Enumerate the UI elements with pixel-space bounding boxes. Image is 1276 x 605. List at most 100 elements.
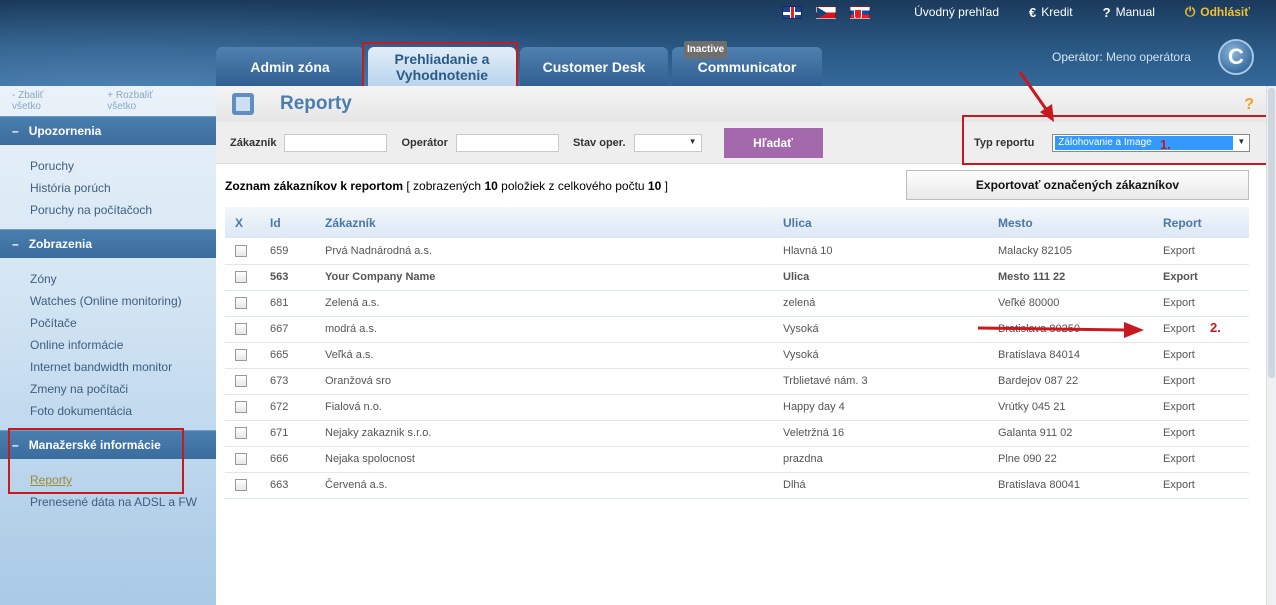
row-checkbox-cell [225, 342, 260, 369]
row-checkbox[interactable] [235, 453, 247, 466]
slovak-flag-icon[interactable] [850, 5, 871, 19]
table-row[interactable]: 563 Your Company Name Ulica Mesto 111 22 Exp… [225, 264, 1249, 291]
sidebar-list: Poruchy História porúch Poruchy na počít… [0, 145, 216, 229]
page-scrollbar[interactable] [1266, 86, 1276, 605]
arrow-1-shaft [1018, 71, 1050, 113]
sidebar-item-pocitace[interactable]: Počítače [30, 312, 216, 334]
sidebar-item-historia-poruch[interactable]: História porúch [30, 177, 216, 199]
export-selected-button[interactable]: Exportovať označených zákazníkov [906, 170, 1249, 200]
cell-export-link[interactable]: Export [1153, 394, 1249, 421]
cell-export-link[interactable]: Export [1153, 342, 1249, 369]
cell-export-link[interactable]: Export [1153, 316, 1249, 343]
table-row[interactable]: 671 Nejaky zakaznik s.r.o. Veletržná 16 Gal… [225, 420, 1249, 447]
row-checkbox-cell [225, 264, 260, 291]
row-checkbox[interactable] [235, 297, 247, 310]
expand-all-link[interactable]: + Rozbaliť všetko [107, 90, 198, 112]
cell-id: 659 [260, 238, 315, 265]
sidebar-item-zony[interactable]: Zóny [30, 268, 216, 290]
row-checkbox[interactable] [235, 375, 247, 388]
annotation-step-2: 2. [1210, 320, 1221, 335]
cell-export-link[interactable]: Export [1153, 446, 1249, 473]
credit-link-label: Kredit [1041, 5, 1073, 19]
annotation-arrow-1 [1018, 71, 1054, 122]
cell-export-link[interactable]: Export [1153, 420, 1249, 447]
cell-city: Mesto 111 22 [988, 264, 1153, 291]
sidebar-item-zmeny-na-pocitaci[interactable]: Zmeny na počítači [30, 378, 216, 400]
cell-export-link[interactable]: Export [1153, 238, 1249, 265]
english-flag-icon[interactable] [782, 5, 803, 19]
inactive-badge: Inactive [684, 41, 728, 59]
col-header-ulica[interactable]: Ulica [773, 207, 988, 238]
table-row[interactable]: 665 Veľká a.s. Vysoká Bratislava 84014 Expor… [225, 342, 1249, 369]
row-checkbox-cell [225, 472, 260, 499]
credit-link[interactable]: € Kredit [1029, 5, 1073, 20]
stav-label: Stav oper. [572, 136, 626, 149]
cell-export-link[interactable]: Export [1153, 290, 1249, 317]
czech-flag-icon[interactable] [816, 5, 837, 19]
table-row[interactable]: 672 Fialová n.o. Happy day 4 Vrútky 045 21 E… [225, 394, 1249, 421]
euro-icon: € [1029, 4, 1037, 20]
cell-street: Dlhá [773, 472, 988, 499]
row-checkbox-cell [225, 446, 260, 473]
cell-customer: Červená a.s. [315, 472, 773, 499]
col-header-zakaznik[interactable]: Zákazník [315, 207, 773, 238]
sidebar-item-online-informacie[interactable]: Online informácie [30, 334, 216, 356]
sidebar-section-zobrazenia[interactable]: – Zobrazenia [0, 229, 216, 258]
table-row[interactable]: 681 Zelená a.s. zelená Veľké 80000 Export [225, 290, 1249, 317]
help-icon[interactable]: ? [1244, 96, 1254, 114]
sidebar-section-upozornenia[interactable]: – Upozornenia [0, 116, 216, 145]
sidebar-item-prenesene-data[interactable]: Prenesené dáta na ADSL a FW [30, 491, 216, 513]
row-checkbox[interactable] [235, 323, 247, 336]
cell-export-link[interactable]: Export [1153, 368, 1249, 395]
main-tabs: Admin zóna Prehliadanie a Vyhodnotenie C… [216, 41, 826, 86]
collapse-all-link[interactable]: - Zbaliť všetko [12, 90, 89, 112]
row-checkbox[interactable] [235, 349, 247, 362]
col-header-mesto[interactable]: Mesto [988, 207, 1153, 238]
operator-input[interactable] [455, 133, 559, 152]
row-checkbox[interactable] [235, 401, 247, 414]
search-button[interactable]: Hľadať [723, 127, 823, 158]
tab-label: Customer Desk [542, 58, 646, 75]
operator-name[interactable]: Meno operátora [1106, 50, 1191, 64]
sidebar-item-poruchy-na-pocitacoch[interactable]: Poruchy na počítačoch [30, 199, 216, 221]
list-caption: Zoznam zákazníkov k reportom [ zobrazený… [225, 179, 668, 193]
tab-communicator[interactable]: Inactive Communicator [672, 41, 822, 86]
overview-link[interactable]: Úvodný prehľad [914, 5, 999, 19]
sidebar-item-foto-dokumentacia[interactable]: Foto dokumentácia [30, 400, 216, 422]
cell-street: Vysoká [773, 316, 988, 343]
zakaznik-input[interactable] [284, 133, 388, 152]
cell-city: Galanta 911 02 [988, 420, 1153, 447]
sidebar-item-bandwidth-monitor[interactable]: Internet bandwidth monitor [30, 356, 216, 378]
col-header-x[interactable]: X [225, 207, 260, 238]
row-checkbox[interactable] [235, 271, 247, 284]
cell-id: 666 [260, 446, 315, 473]
table-row[interactable]: 673 Oranžová sro Trblietavé nám. 3 Bardejov… [225, 368, 1249, 395]
col-header-report[interactable]: Report [1153, 207, 1249, 238]
collapse-all-label: Zbaliť všetko [12, 90, 44, 112]
row-checkbox[interactable] [235, 244, 247, 257]
manual-link[interactable]: ? Manual [1103, 5, 1155, 20]
table-row[interactable]: 666 Nejaka spolocnost prazdna Plne 090 22 Ex… [225, 446, 1249, 473]
row-checkbox[interactable] [235, 479, 247, 492]
row-checkbox[interactable] [235, 427, 247, 440]
col-header-id[interactable]: Id [260, 207, 315, 238]
cell-export-link[interactable]: Export [1153, 264, 1249, 291]
operator-label: Operátor: [1052, 50, 1103, 64]
logout-link[interactable]: ⏻ Odhlásiť [1185, 4, 1250, 20]
sidebar-item-watches[interactable]: Watches (Online monitoring) [30, 290, 216, 312]
scrollbar-thumb[interactable] [1268, 88, 1275, 378]
list-header: Zoznam zákazníkov k reportom [ zobrazený… [216, 164, 1276, 208]
stav-select[interactable] [633, 133, 702, 152]
cell-customer: Oranžová sro [315, 368, 773, 395]
power-icon: ⏻ [1184, 4, 1196, 19]
sidebar-item-poruchy[interactable]: Poruchy [30, 155, 216, 177]
collapse-icon: – [12, 237, 19, 251]
cell-id: 563 [260, 264, 315, 291]
cell-export-link[interactable]: Export [1153, 472, 1249, 499]
table-row[interactable]: 663 Červená a.s. Dlhá Bratislava 80041 Expor… [225, 472, 1249, 499]
row-checkbox-cell [225, 316, 260, 343]
table-row[interactable]: 659 Prvá Nadnárodná a.s. Hlavná 10 Malacky … [225, 238, 1249, 265]
tab-admin-zona[interactable]: Admin zóna [216, 47, 364, 86]
top-bar: Úvodný prehľad € Kredit ? Manual ⏻ Odhlá… [782, 3, 1276, 21]
tab-customer-desk[interactable]: Customer Desk [520, 47, 668, 86]
